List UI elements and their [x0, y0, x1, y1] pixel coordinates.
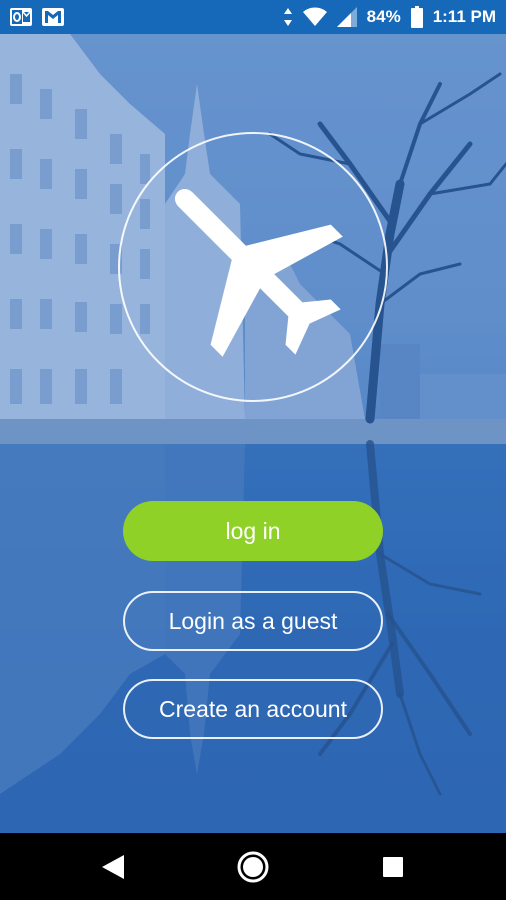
status-left: [10, 7, 64, 27]
clock: 1:11 PM: [432, 7, 496, 26]
recents-icon[interactable]: [353, 833, 433, 900]
battery-percent: 84%: [366, 7, 401, 26]
home-icon[interactable]: [213, 833, 293, 900]
guest-login-button[interactable]: Login as a guest: [123, 591, 383, 651]
outlook-icon: [10, 7, 32, 27]
navigation-bar: [0, 833, 506, 900]
data-arrows-icon: [283, 7, 293, 27]
login-button[interactable]: log in: [123, 501, 383, 561]
gmail-icon: [42, 8, 64, 26]
airplane-icon: [174, 188, 343, 357]
status-bar: 84% 1:11 PM: [0, 0, 506, 34]
create-account-button[interactable]: Create an account: [123, 679, 383, 739]
login-screen: log in Login as a guest Create an accoun…: [0, 34, 506, 833]
wifi-icon: [302, 7, 327, 27]
back-icon[interactable]: [73, 833, 153, 900]
battery-icon: [410, 6, 423, 28]
status-right: 84% 1:11 PM: [283, 6, 496, 28]
signal-icon: [336, 7, 357, 27]
